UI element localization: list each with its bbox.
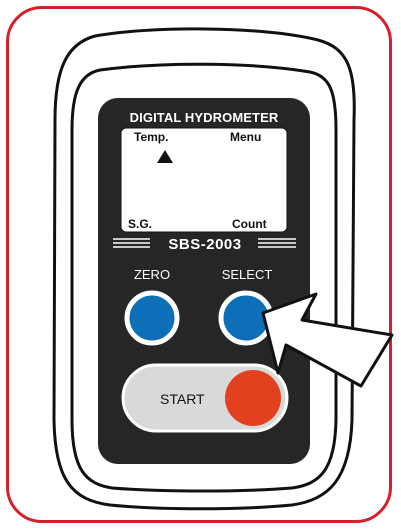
zero-button-label: ZERO: [133, 267, 171, 282]
device-illustration: [52, 27, 394, 511]
lcd-label-sg: S.G.: [128, 217, 153, 231]
select-button-label: SELECT: [221, 267, 273, 282]
lcd-label-count: Count: [232, 217, 267, 231]
model-name: SBS-2003: [168, 236, 242, 253]
start-button[interactable]: [225, 370, 281, 426]
start-button-label: START: [160, 391, 205, 407]
device-title: DIGITAL HYDROMETER: [129, 110, 279, 125]
zero-button[interactable]: [124, 290, 180, 346]
lcd-label-temp: Temp.: [134, 130, 169, 144]
lcd-label-menu: Menu: [230, 130, 262, 144]
